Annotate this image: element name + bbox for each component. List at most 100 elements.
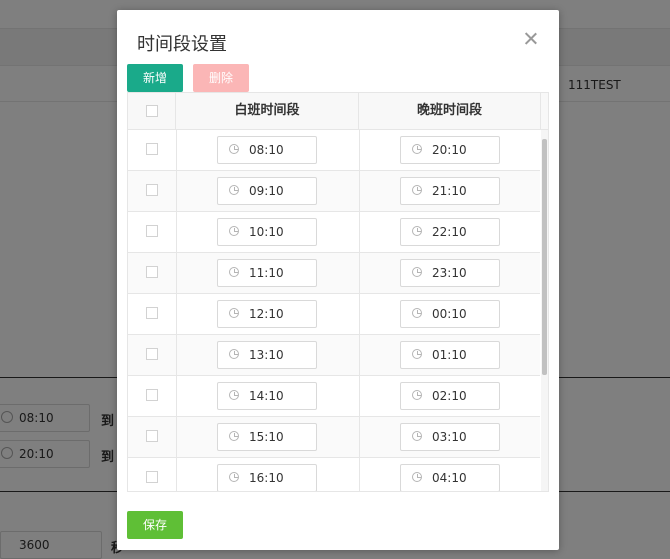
row-checkbox[interactable] xyxy=(146,471,158,483)
row-checkbox[interactable] xyxy=(146,184,158,196)
clock-icon xyxy=(412,472,422,482)
cell-divider xyxy=(176,171,177,212)
select-all-checkbox[interactable] xyxy=(146,105,158,117)
header-checkbox-cell xyxy=(128,93,176,129)
clock-icon xyxy=(412,390,422,400)
clock-icon xyxy=(229,226,239,236)
table-row: 12:10 00:10 xyxy=(128,294,540,335)
day-time-value: 10:10 xyxy=(249,225,284,239)
day-time-value: 13:10 xyxy=(249,348,284,362)
cell-divider xyxy=(359,458,360,491)
cell-divider xyxy=(176,294,177,335)
night-time-input[interactable]: 04:10 xyxy=(400,464,500,491)
day-time-input[interactable]: 11:10 xyxy=(217,259,317,287)
day-time-value: 15:10 xyxy=(249,430,284,444)
cell-divider xyxy=(176,335,177,376)
dialog-title: 时间段设置 xyxy=(137,34,227,55)
scrollbar-thumb[interactable] xyxy=(542,139,547,375)
row-checkbox[interactable] xyxy=(146,143,158,155)
close-icon[interactable] xyxy=(522,30,540,48)
night-time-value: 01:10 xyxy=(432,348,467,362)
day-time-input[interactable]: 16:10 xyxy=(217,464,317,491)
cell-divider xyxy=(176,212,177,253)
row-checkbox[interactable] xyxy=(146,225,158,237)
cell-divider xyxy=(176,376,177,417)
clock-icon xyxy=(229,472,239,482)
time-period-table: 白班时间段 晚班时间段 08:10 20:10 09:10 21:10 10:10 22:… xyxy=(127,92,549,492)
day-time-input[interactable]: 14:10 xyxy=(217,382,317,410)
night-time-value: 03:10 xyxy=(432,430,467,444)
clock-icon xyxy=(229,185,239,195)
row-checkbox[interactable] xyxy=(146,348,158,360)
table-row: 14:10 02:10 xyxy=(128,376,540,417)
cell-divider xyxy=(176,253,177,294)
night-time-input[interactable]: 03:10 xyxy=(400,423,500,451)
day-time-value: 16:10 xyxy=(249,471,284,485)
cell-divider xyxy=(359,130,360,171)
cell-divider xyxy=(176,417,177,458)
row-checkbox[interactable] xyxy=(146,430,158,442)
table-row: 11:10 23:10 xyxy=(128,253,540,294)
night-time-value: 04:10 xyxy=(432,471,467,485)
clock-icon xyxy=(229,308,239,318)
clock-icon xyxy=(412,144,422,154)
night-time-input[interactable]: 00:10 xyxy=(400,300,500,328)
clock-icon xyxy=(412,308,422,318)
clock-icon xyxy=(229,431,239,441)
save-button[interactable]: 保存 xyxy=(127,511,183,539)
clock-icon xyxy=(412,185,422,195)
clock-icon xyxy=(412,226,422,236)
day-time-input[interactable]: 09:10 xyxy=(217,177,317,205)
table-header: 白班时间段 晚班时间段 xyxy=(128,93,548,130)
column-header-night: 晚班时间段 xyxy=(359,93,541,129)
night-time-value: 22:10 xyxy=(432,225,467,239)
table-scrollbar[interactable] xyxy=(541,130,548,491)
night-time-input[interactable]: 01:10 xyxy=(400,341,500,369)
clock-icon xyxy=(412,349,422,359)
table-row: 15:10 03:10 xyxy=(128,417,540,458)
cell-divider xyxy=(359,294,360,335)
cell-divider xyxy=(359,417,360,458)
night-time-input[interactable]: 20:10 xyxy=(400,136,500,164)
day-time-input[interactable]: 12:10 xyxy=(217,300,317,328)
table-row: 16:10 04:10 xyxy=(128,458,540,491)
day-time-value: 09:10 xyxy=(249,184,284,198)
cell-divider xyxy=(359,376,360,417)
clock-icon xyxy=(229,390,239,400)
cell-divider xyxy=(359,171,360,212)
day-time-value: 11:10 xyxy=(249,266,284,280)
table-row: 08:10 20:10 xyxy=(128,130,540,171)
cell-divider xyxy=(359,212,360,253)
night-time-value: 21:10 xyxy=(432,184,467,198)
clock-icon xyxy=(412,431,422,441)
table-row: 13:10 01:10 xyxy=(128,335,540,376)
night-time-input[interactable]: 02:10 xyxy=(400,382,500,410)
time-period-dialog: 时间段设置 新增 删除 白班时间段 晚班时间段 08:10 20:10 09:10 2… xyxy=(117,10,559,550)
clock-icon xyxy=(229,349,239,359)
day-time-input[interactable]: 08:10 xyxy=(217,136,317,164)
clock-icon xyxy=(229,267,239,277)
night-time-input[interactable]: 22:10 xyxy=(400,218,500,246)
row-checkbox[interactable] xyxy=(146,389,158,401)
row-checkbox[interactable] xyxy=(146,266,158,278)
column-header-day: 白班时间段 xyxy=(176,93,359,129)
table-row: 10:10 22:10 xyxy=(128,212,540,253)
day-time-input[interactable]: 13:10 xyxy=(217,341,317,369)
clock-icon xyxy=(412,267,422,277)
cell-divider xyxy=(359,335,360,376)
cell-divider xyxy=(176,130,177,171)
clock-icon xyxy=(229,144,239,154)
add-button[interactable]: 新增 xyxy=(127,64,183,92)
night-time-value: 23:10 xyxy=(432,266,467,280)
cell-divider xyxy=(359,253,360,294)
cell-divider xyxy=(176,458,177,491)
night-time-input[interactable]: 21:10 xyxy=(400,177,500,205)
day-time-value: 12:10 xyxy=(249,307,284,321)
day-time-input[interactable]: 15:10 xyxy=(217,423,317,451)
day-time-input[interactable]: 10:10 xyxy=(217,218,317,246)
row-checkbox[interactable] xyxy=(146,307,158,319)
delete-button[interactable]: 删除 xyxy=(193,64,249,92)
day-time-value: 08:10 xyxy=(249,143,284,157)
night-time-value: 00:10 xyxy=(432,307,467,321)
night-time-input[interactable]: 23:10 xyxy=(400,259,500,287)
